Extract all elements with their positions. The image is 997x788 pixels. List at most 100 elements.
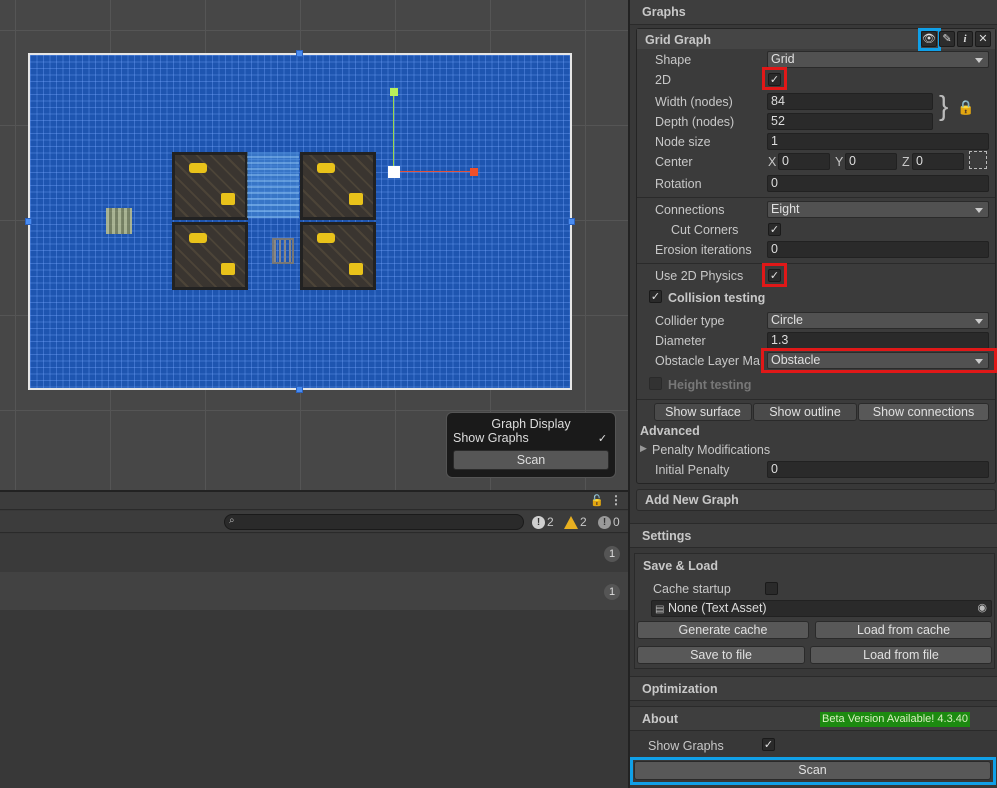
- text-asset-icon: ▤: [655, 604, 665, 615]
- object-picker-icon[interactable]: ◉: [977, 601, 987, 616]
- settings-header[interactable]: Settings: [630, 523, 997, 548]
- node-size-field[interactable]: 1: [767, 133, 989, 150]
- show-graphs-checkbox[interactable]: ✓: [596, 431, 609, 445]
- use-2d-physics-label: Use 2D Physics: [655, 269, 744, 283]
- graph-display-overlay: Graph Display Show Graphs ✓ Scan: [446, 412, 616, 478]
- eye-highlight: [918, 28, 941, 51]
- info-icon: !: [532, 515, 545, 529]
- crate-sprite: [172, 222, 248, 290]
- show-graphs-checkbox[interactable]: ✓: [762, 738, 775, 751]
- grid-graph-title: Grid Graph: [645, 33, 711, 47]
- rotation-label: Rotation: [655, 177, 702, 191]
- warning-icon: [564, 515, 578, 529]
- info-icon[interactable]: i: [957, 31, 973, 47]
- graph-display-title: Graph Display: [491, 417, 571, 431]
- center-label: Center: [655, 155, 693, 169]
- cut-corners-label: Cut Corners: [671, 223, 739, 237]
- cache-startup-checkbox[interactable]: [765, 582, 778, 595]
- show-outline-toggle[interactable]: Show outline: [753, 403, 857, 421]
- snap-center-icon[interactable]: [969, 151, 987, 169]
- diameter-field[interactable]: 1.3: [767, 332, 989, 349]
- center-y-field[interactable]: 0: [845, 153, 897, 170]
- optimization-header[interactable]: Optimization: [630, 676, 997, 701]
- collapse-count-badge: 1: [604, 584, 620, 600]
- obstacle-sprite: [247, 152, 299, 218]
- search-icon: ⌕: [229, 515, 235, 526]
- connections-label: Connections: [655, 203, 725, 217]
- console-search-input[interactable]: ⌕: [224, 514, 524, 530]
- show-surface-toggle[interactable]: Show surface: [654, 403, 752, 421]
- resize-handle-bottom[interactable]: [296, 386, 303, 393]
- erosion-field[interactable]: 0: [767, 241, 989, 258]
- move-gizmo-x-handle[interactable]: [470, 168, 478, 176]
- width-field[interactable]: 84: [767, 93, 933, 110]
- connections-value: Eight: [771, 202, 800, 216]
- cut-corners-checkbox[interactable]: ✓: [768, 223, 781, 236]
- resize-handle-right[interactable]: [568, 218, 575, 225]
- lock-icon[interactable]: 🔓: [590, 494, 604, 507]
- shape-dropdown[interactable]: Grid: [767, 51, 989, 68]
- height-testing-label: Height testing: [668, 378, 752, 392]
- close-icon[interactable]: ✕: [975, 31, 991, 47]
- erosion-label: Erosion iterations: [655, 243, 752, 257]
- center-z-field[interactable]: 0: [912, 153, 964, 170]
- 2d-label: 2D: [655, 73, 671, 87]
- center-x-label: X: [768, 155, 777, 169]
- center-z-label: Z: [902, 155, 910, 169]
- error-count: 0: [613, 515, 620, 529]
- console-row[interactable]: 1: [0, 534, 628, 572]
- info-count-toggle[interactable]: ! 2: [532, 515, 554, 529]
- rotation-field[interactable]: 0: [767, 175, 989, 192]
- obstacle-layer-highlight: [761, 348, 997, 373]
- move-gizmo-y-handle[interactable]: [390, 88, 398, 96]
- scene-view[interactable]: Graph Display Show Graphs ✓ Scan: [0, 0, 628, 490]
- inspector-panel: Graphs Grid Graph 👁 ✎ i ✕ Shape Grid 2D …: [628, 0, 997, 788]
- move-gizmo-y-axis[interactable]: [393, 92, 394, 172]
- depth-field[interactable]: 52: [767, 113, 933, 130]
- error-count-toggle[interactable]: ! 0: [598, 515, 620, 529]
- console-tab-bar: 🔓 ⋮: [0, 492, 628, 510]
- info-count: 2: [547, 515, 554, 529]
- save-load-panel: Save & Load Cache startup ▤ None (Text A…: [634, 553, 995, 669]
- width-label: Width (nodes): [655, 95, 733, 109]
- center-x-field[interactable]: 0: [778, 153, 830, 170]
- center-y-label: Y: [835, 155, 844, 169]
- warning-count: 2: [580, 515, 587, 529]
- console-row[interactable]: 1: [0, 572, 628, 610]
- load-from-file-button[interactable]: Load from file: [810, 646, 992, 664]
- add-new-graph-foldout[interactable]: Add New Graph: [636, 489, 996, 511]
- resize-handle-top[interactable]: [296, 50, 303, 57]
- load-from-cache-button[interactable]: Load from cache: [815, 621, 992, 639]
- height-testing-checkbox[interactable]: [649, 377, 662, 390]
- gate-sprite: [272, 238, 294, 264]
- move-gizmo-center[interactable]: [388, 166, 400, 178]
- resize-handle-left[interactable]: [25, 218, 32, 225]
- connections-dropdown[interactable]: Eight: [767, 201, 989, 218]
- console-toolbar: ⌕ ! 2 2 ! 0: [0, 511, 628, 533]
- foldout-arrow-icon[interactable]: ▶: [640, 443, 647, 454]
- obstacle-layer-label: Obstacle Layer Ma: [655, 354, 760, 368]
- scan-button[interactable]: Scan: [453, 450, 609, 470]
- penalty-modifications-foldout[interactable]: Penalty Modifications: [652, 443, 770, 457]
- save-to-file-button[interactable]: Save to file: [637, 646, 805, 664]
- lock-icon[interactable]: 🔒: [957, 99, 974, 116]
- initial-penalty-label: Initial Penalty: [655, 463, 730, 477]
- text-asset-field[interactable]: ▤ None (Text Asset) ◉: [651, 600, 992, 617]
- warning-count-toggle[interactable]: 2: [564, 515, 587, 529]
- more-menu-icon[interactable]: ⋮: [610, 493, 622, 507]
- collision-testing-checkbox[interactable]: ✓: [649, 290, 662, 303]
- generate-cache-button[interactable]: Generate cache: [637, 621, 809, 639]
- move-gizmo-x-axis[interactable]: [394, 171, 474, 172]
- graphs-header[interactable]: Graphs: [630, 0, 997, 25]
- shape-value: Grid: [771, 52, 795, 66]
- cache-startup-label: Cache startup: [653, 582, 731, 596]
- initial-penalty-field[interactable]: 0: [767, 461, 989, 478]
- collider-type-value: Circle: [771, 313, 803, 327]
- collider-type-dropdown[interactable]: Circle: [767, 312, 989, 329]
- pencil-icon[interactable]: ✎: [939, 31, 955, 47]
- beta-version-badge[interactable]: Beta Version Available! 4.3.40: [820, 712, 970, 727]
- save-load-header: Save & Load: [643, 559, 719, 573]
- small-sprite: [106, 208, 132, 234]
- show-connections-toggle[interactable]: Show connections: [858, 403, 989, 421]
- console-panel: 🔓 ⋮ ⌕ ! 2 2 ! 0 1 1: [0, 490, 628, 788]
